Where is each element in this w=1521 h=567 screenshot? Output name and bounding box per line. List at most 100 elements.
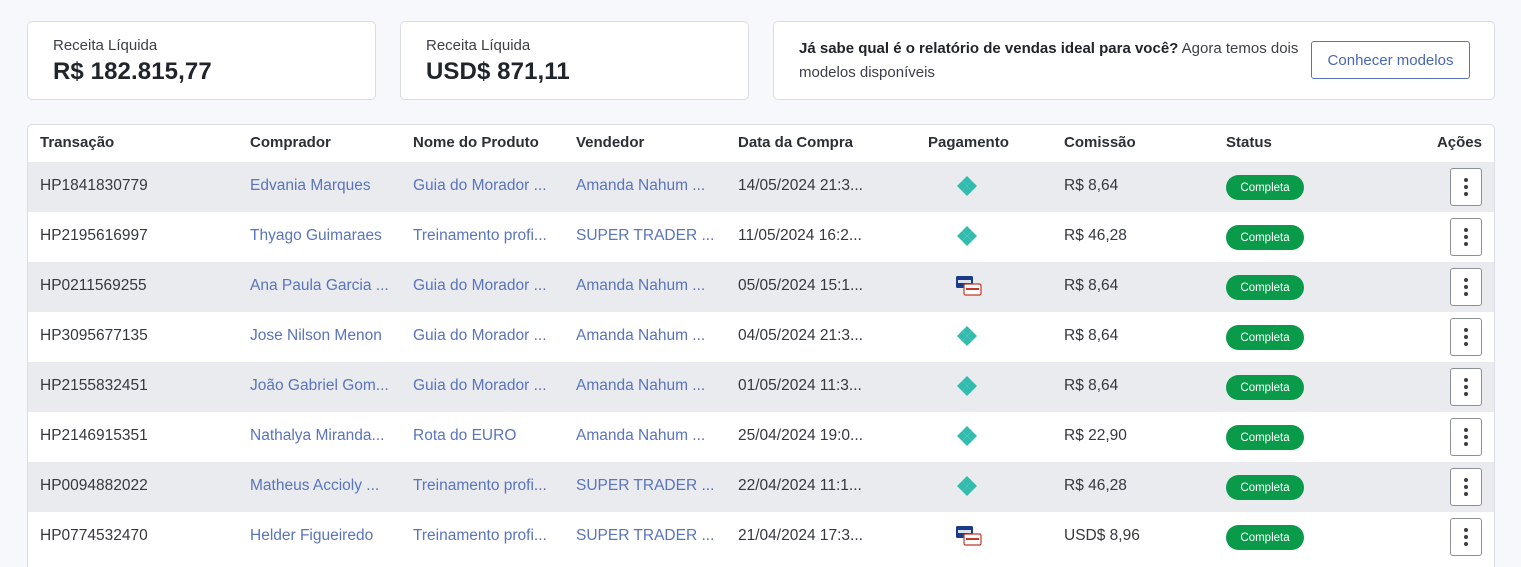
payment-method xyxy=(955,474,979,498)
transaction-id: HP0094882022 xyxy=(40,477,148,494)
net-revenue-usd-value: USD$ 871,11 xyxy=(426,58,570,85)
header-product[interactable]: Nome do Produto xyxy=(413,134,555,151)
header-actions: Ações xyxy=(1436,134,1482,151)
seller-link[interactable]: SUPER TRADER ... xyxy=(576,477,716,495)
row-actions-button[interactable] xyxy=(1450,168,1482,206)
header-transaction[interactable]: Transação xyxy=(40,134,230,151)
buyer-link[interactable]: Edvania Marques xyxy=(250,177,393,195)
dot-icon xyxy=(1464,328,1468,332)
table-row[interactable]: HP0094882022 Matheus Accioly ... Treinam… xyxy=(28,462,1494,512)
table-row[interactable]: HP0774532470 Helder Figueiredo Treinamen… xyxy=(28,512,1494,562)
row-actions-button[interactable] xyxy=(1450,268,1482,306)
table-row[interactable]: HP0211569255 Ana Paula Garcia ... Guia d… xyxy=(28,262,1494,312)
dot-icon xyxy=(1464,435,1468,439)
table-row[interactable]: HP2146915351 Nathalya Miranda... Rota do… xyxy=(28,412,1494,462)
commission-value: R$ 8,64 xyxy=(1064,377,1119,394)
purchase-date: 21/04/2024 17:3... xyxy=(738,527,863,544)
pix-icon xyxy=(957,376,977,396)
net-revenue-brl-value: R$ 182.815,77 xyxy=(53,58,212,85)
product-link[interactable]: Rota do EURO xyxy=(413,427,555,445)
pix-icon xyxy=(957,426,977,446)
buyer-link[interactable]: Matheus Accioly ... xyxy=(250,477,393,495)
product-link[interactable]: Guia do Morador ... xyxy=(413,277,555,295)
transaction-id: HP1841830779 xyxy=(40,177,148,194)
seller-link[interactable]: Amanda Nahum ... xyxy=(576,427,716,445)
payment-method xyxy=(955,174,979,198)
table-row[interactable]: HP3095677135 Jose Nilson Menon Guia do M… xyxy=(28,312,1494,362)
payment-method xyxy=(955,524,982,548)
commission-value: R$ 8,64 xyxy=(1064,327,1119,344)
seller-link[interactable]: Amanda Nahum ... xyxy=(576,277,716,295)
dot-icon xyxy=(1464,178,1468,182)
header-commission[interactable]: Comissão xyxy=(1064,134,1194,151)
status-badge: Completa xyxy=(1226,425,1304,450)
transaction-id: HP0774532470 xyxy=(40,527,148,544)
product-link[interactable]: Treinamento profi... xyxy=(413,527,555,545)
buyer-link[interactable]: Jose Nilson Menon xyxy=(250,327,393,345)
header-date[interactable]: Data da Compra xyxy=(738,134,878,151)
status-badge: Completa xyxy=(1226,525,1304,550)
row-actions-button[interactable] xyxy=(1450,218,1482,256)
purchase-date: 05/05/2024 15:1... xyxy=(738,277,863,294)
row-actions-button[interactable] xyxy=(1450,318,1482,356)
commission-value: USD$ 8,96 xyxy=(1064,527,1140,544)
seller-link[interactable]: SUPER TRADER ... xyxy=(576,227,716,245)
buyer-link[interactable]: João Gabriel Gom... xyxy=(250,377,393,395)
buyer-link[interactable]: Nathalya Miranda... xyxy=(250,427,393,445)
dot-icon xyxy=(1464,378,1468,382)
report-models-question: Já sabe qual é o relatório de vendas ide… xyxy=(799,40,1179,57)
row-actions-button[interactable] xyxy=(1450,518,1482,556)
buyer-link[interactable]: Helder Figueiredo xyxy=(250,527,393,545)
header-seller[interactable]: Vendedor xyxy=(576,134,716,151)
product-link[interactable]: Guia do Morador ... xyxy=(413,177,555,195)
seller-link[interactable]: Amanda Nahum ... xyxy=(576,177,716,195)
know-models-button[interactable]: Conhecer modelos xyxy=(1311,41,1470,79)
dot-icon xyxy=(1464,285,1468,289)
payment-method xyxy=(955,324,979,348)
product-link[interactable]: Treinamento profi... xyxy=(413,477,555,495)
purchase-date: 11/05/2024 16:2... xyxy=(738,227,862,244)
net-revenue-usd-card: Receita Líquida USD$ 871,11 xyxy=(400,21,749,100)
table-row[interactable]: HP2155832451 João Gabriel Gom... Guia do… xyxy=(28,362,1494,412)
buyer-link[interactable]: Thyago Guimaraes xyxy=(250,227,393,245)
pix-icon xyxy=(957,326,977,346)
commission-value: R$ 46,28 xyxy=(1064,477,1127,494)
payment-method xyxy=(955,224,979,248)
header-payment[interactable]: Pagamento xyxy=(928,134,1012,151)
buyer-link[interactable]: Ana Paula Garcia ... xyxy=(250,277,393,295)
purchase-date: 14/05/2024 21:3... xyxy=(738,177,863,194)
dot-icon xyxy=(1464,192,1468,196)
status-badge: Completa xyxy=(1226,475,1304,500)
product-link[interactable]: Guia do Morador ... xyxy=(413,377,555,395)
header-buyer[interactable]: Comprador xyxy=(250,134,393,151)
dot-icon xyxy=(1464,542,1468,546)
table-header: Transação Comprador Nome do Produto Vend… xyxy=(28,125,1494,162)
table-row[interactable]: HP2195616997 Thyago Guimaraes Treinament… xyxy=(28,212,1494,262)
product-link[interactable]: Treinamento profi... xyxy=(413,227,555,245)
dot-icon xyxy=(1464,228,1468,232)
dot-icon xyxy=(1464,478,1468,482)
row-actions-button[interactable] xyxy=(1450,418,1482,456)
status-badge: Completa xyxy=(1226,275,1304,300)
purchase-date: 22/04/2024 11:1... xyxy=(738,477,862,494)
seller-link[interactable]: Amanda Nahum ... xyxy=(576,377,716,395)
table-row[interactable]: HP1841830779 Edvania Marques Guia do Mor… xyxy=(28,162,1494,212)
dot-icon xyxy=(1464,528,1468,532)
transaction-id: HP3095677135 xyxy=(40,327,148,344)
status-badge: Completa xyxy=(1226,175,1304,200)
header-status[interactable]: Status xyxy=(1226,134,1346,151)
dot-icon xyxy=(1464,335,1468,339)
commission-value: R$ 8,64 xyxy=(1064,277,1119,294)
commission-value: R$ 8,64 xyxy=(1064,177,1119,194)
payment-method xyxy=(955,274,982,298)
row-actions-button[interactable] xyxy=(1450,468,1482,506)
pix-icon xyxy=(957,176,977,196)
product-link[interactable]: Guia do Morador ... xyxy=(413,327,555,345)
row-actions-button[interactable] xyxy=(1450,368,1482,406)
dot-icon xyxy=(1464,342,1468,346)
seller-link[interactable]: Amanda Nahum ... xyxy=(576,327,716,345)
dot-icon xyxy=(1464,392,1468,396)
status-badge: Completa xyxy=(1226,225,1304,250)
status-badge: Completa xyxy=(1226,375,1304,400)
seller-link[interactable]: SUPER TRADER ... xyxy=(576,527,716,545)
